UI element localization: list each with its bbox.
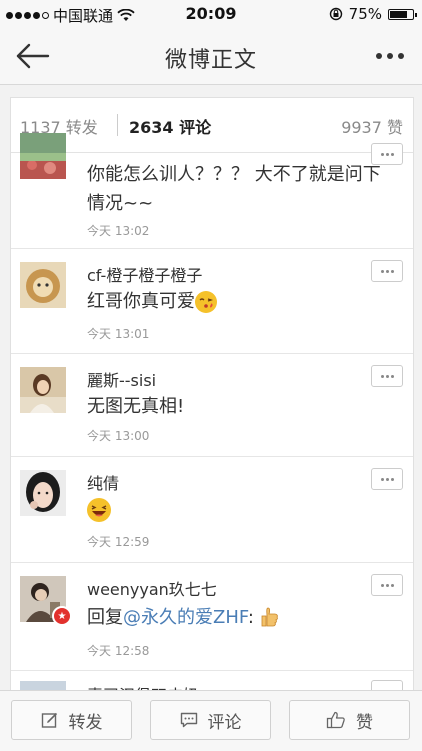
avatar[interactable] <box>20 367 66 413</box>
navigation-bar: 微博正文 <box>0 28 422 85</box>
comment-time: 今天 13:00 <box>87 429 150 443</box>
comment-button[interactable]: 评论 <box>150 700 271 740</box>
verified-badge-icon: ★ <box>52 606 72 626</box>
laugh-emoji-icon <box>87 498 111 522</box>
battery-percent: 75% <box>348 5 382 23</box>
battery-icon <box>388 8 417 20</box>
comment-author[interactable]: cf-橙子橙子橙子 <box>87 262 202 286</box>
comment-time: 今天 13:01 <box>87 327 150 341</box>
avatar[interactable] <box>20 133 66 179</box>
comment-author[interactable]: 纯倩 <box>87 470 119 494</box>
comment-text-row: 回复@永久的爱ZHF: <box>87 603 393 632</box>
comment-more-button[interactable] <box>371 260 403 282</box>
comment-item: ★ weenyyan玖七七 回复@永久的爱ZHF: 今天 12:58 <box>11 563 413 671</box>
stats-tabs: 1137 转发 2634 评论 9937 赞 <box>11 98 413 153</box>
thumbs-up-icon <box>326 711 345 729</box>
comment-more-button[interactable] <box>371 468 403 490</box>
comment-more-button[interactable] <box>371 365 403 387</box>
comment-label: 评论 <box>207 712 242 733</box>
kiss-emoji-icon <box>195 291 217 313</box>
mention-link[interactable]: @永久的爱ZHF <box>123 607 248 628</box>
reply-prefix: 回复 <box>87 607 123 628</box>
comment-item: 纯倩 今天 12:59 <box>11 457 413 563</box>
page-title: 微博正文 <box>164 48 257 73</box>
comment-time: 今天 12:58 <box>87 644 150 658</box>
comment-author[interactable]: 麗斯--sisi <box>87 367 156 391</box>
status-right: 75% <box>329 5 417 23</box>
reply-suffix: : <box>247 607 254 628</box>
status-bar: 中国联通 20:09 75% <box>0 0 422 28</box>
comments-panel: 1137 转发 2634 评论 9937 赞 你能怎么训人？？？ 大不了就是问下… <box>10 97 414 699</box>
repost-button[interactable]: 转发 <box>11 700 132 740</box>
avatar[interactable] <box>20 262 66 308</box>
like-label: 赞 <box>356 712 373 733</box>
comment-author[interactable]: weenyyan玖七七 <box>87 576 217 600</box>
tab-likes[interactable]: 9937 赞 <box>341 114 403 138</box>
avatar[interactable] <box>20 470 66 516</box>
comment-text: 红哥你真可爱 <box>87 291 195 312</box>
repost-label: 转发 <box>68 712 103 733</box>
comment-time: 今天 13:02 <box>87 224 150 238</box>
bottom-toolbar: 转发 评论 赞 <box>0 690 422 751</box>
edit-icon <box>41 712 57 728</box>
thumbs-up-emoji-icon <box>260 606 280 630</box>
comment-text-row: 红哥你真可爱 <box>87 287 393 316</box>
comment-text: 你能怎么训人？？？ 大不了就是问下情况~~ <box>87 164 381 214</box>
comment-item: 你能怎么训人？？？ 大不了就是问下情况~~ 今天 13:02 <box>11 133 413 249</box>
comment-item: 麗斯--sisi 无图无真相! 今天 13:00 <box>11 354 413 457</box>
like-button[interactable]: 赞 <box>289 700 410 740</box>
comment-more-button[interactable] <box>371 574 403 596</box>
comment-text: 无图无真相! <box>87 396 185 417</box>
tab-divider <box>117 114 118 136</box>
comment-text-row <box>87 495 393 524</box>
comment-item: cf-橙子橙子橙子 红哥你真可爱 今天 13:01 <box>11 249 413 354</box>
comment-time: 今天 12:59 <box>87 535 150 549</box>
comment-bubble-icon <box>180 712 197 728</box>
more-options-icon[interactable] <box>376 53 404 59</box>
rotation-lock-icon <box>329 7 342 21</box>
tab-comments[interactable]: 2634 评论 <box>129 114 211 138</box>
